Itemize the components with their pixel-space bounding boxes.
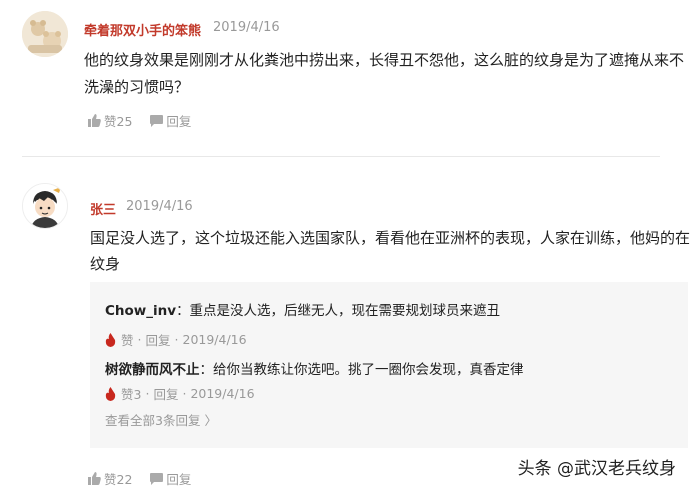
reply-item: 树欲静而风不止：给你当教练让你选吧。挑了一圈你会发现，真香定律 [105,358,524,378]
avatar[interactable] [22,11,68,57]
like-count: 赞22 [104,472,133,487]
fire-icon [105,332,116,347]
bear-avatar-icon [22,11,68,57]
watermark: 头条 @武汉老兵纹身 [517,459,676,479]
like-count: 赞25 [104,114,133,129]
comment-actions: 赞22 回复 [88,469,209,488]
comment-actions: 赞25 回复 [88,111,209,130]
comment-text-line: 他的纹身效果是刚刚才从化粪池中捞出来，长得丑不怨他，这么脏的纹身是为了遮掩从来不 [84,51,685,69]
reply-date: 2019/4/16 [182,332,247,347]
reply-meta: 赞 · 回复 · 2019/4/16 [105,330,247,349]
cartoon-man-avatar-icon [23,184,67,228]
fire-icon [105,386,116,401]
comment-text-line: 国足没人选了，这个垃圾还能入选国家队，看看他在亚洲杯的表现，人家在训练，他妈的在 [90,229,690,247]
view-all-replies-label: 查看全部3条回复 [105,413,201,428]
comment-author[interactable]: 牵着那双小手的笨熊 [84,20,201,39]
reply-label: 回复 [166,472,192,487]
reply-reply-button[interactable]: 回复 [146,330,171,349]
comment-date: 2019/4/16 [126,199,193,214]
divider [22,156,660,157]
reply-thread: Chow_inv：重点是没人选，后继无人，现在需要规划球员来遮丑 赞 · 回复 … [90,282,688,448]
comment-text-line: 洗澡的习惯吗？ [84,78,190,96]
comment-text-line: 纹身 [90,255,121,273]
thumbs-up-icon [88,114,101,127]
reply-author[interactable]: 树欲静而风不止 [105,362,200,378]
reply-date: 2019/4/16 [190,386,255,401]
reply-meta: 赞3 · 回复 · 2019/4/16 [105,384,255,403]
reply-author[interactable]: Chow_inv [105,303,176,319]
reply-item: Chow_inv：重点是没人选，后继无人，现在需要规划球员来遮丑 [105,299,500,319]
reply-text: ：重点是没人选，后继无人，现在需要规划球员来遮丑 [176,303,501,319]
comment-date: 2019/4/16 [213,20,280,35]
reply-text: ：给你当教练让你选吧。挑了一圈你会发现，真香定律 [199,362,524,378]
reply-label: 回复 [166,114,192,129]
view-all-replies-link[interactable]: 查看全部3条回复 〉 [105,410,217,429]
thumbs-up-icon [88,472,101,485]
reply-bubble-icon [150,114,164,127]
reply-like[interactable]: 赞3 [121,384,141,403]
avatar[interactable] [22,183,68,229]
reply-button[interactable]: 回复 [150,469,191,488]
reply-button[interactable]: 回复 [150,111,191,130]
reply-reply-button[interactable]: 回复 [153,384,178,403]
chevron-right-icon: 〉 [204,413,217,428]
comment-author[interactable]: 张三 [90,199,116,218]
reply-bubble-icon [150,472,164,485]
like-button[interactable]: 赞22 [88,469,132,488]
like-button[interactable]: 赞25 [88,111,132,130]
reply-like[interactable]: 赞 [121,330,134,349]
